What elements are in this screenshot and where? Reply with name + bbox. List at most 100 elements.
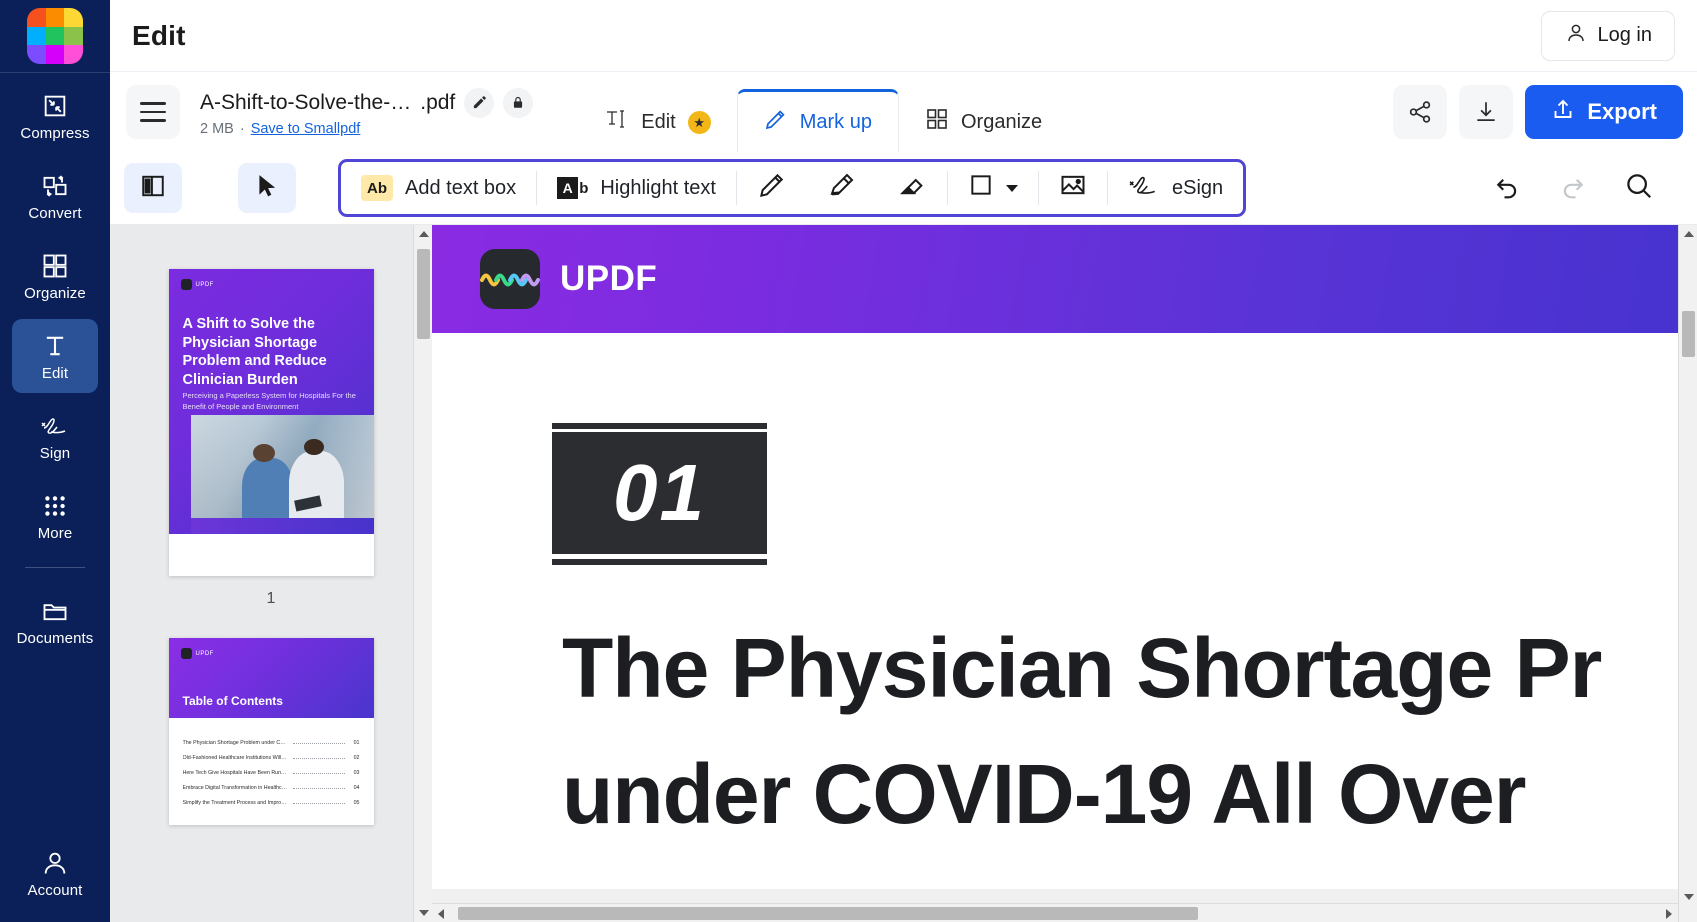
add-text-box-tool[interactable]: Ab Add text box <box>341 162 536 214</box>
sidebar-item-account[interactable]: Account <box>12 836 98 910</box>
sidebar-item-edit[interactable]: Edit <box>12 319 98 393</box>
sidebar-item-compress[interactable]: Compress <box>12 79 98 153</box>
pdf-page[interactable]: UPDF 01 The Physician Shortage Pr under … <box>432 225 1678 889</box>
toc-dots <box>293 758 345 759</box>
thumbnail-page-2[interactable]: UPDF Table of Contents The Physician Sho… <box>169 638 374 825</box>
viewer-vertical-scrollbar[interactable] <box>1678 225 1697 922</box>
viewer-scroll-right[interactable] <box>1660 904 1678 922</box>
document-name-row: A-Shift-to-Solve-the-… .pdf <box>200 88 533 118</box>
updf-mark-icon <box>181 279 192 290</box>
sidebar-item-sign[interactable]: Sign <box>12 399 98 473</box>
thumbnail-page-number: 1 <box>267 590 276 608</box>
shape-tool[interactable] <box>948 162 1038 214</box>
eraser-tool[interactable] <box>877 162 947 214</box>
redo-button[interactable] <box>1555 170 1591 206</box>
viewer-hscroll-thumb[interactable] <box>458 907 1198 920</box>
sidebar-item-convert[interactable]: Convert <box>12 159 98 233</box>
document-toolbar: A-Shift-to-Solve-the-… .pdf <box>110 72 1697 152</box>
tab-label: Organize <box>961 111 1042 134</box>
toc-row: Simplify the Treatment Process and Impro… <box>183 800 360 806</box>
markup-tools-group: Ab Add text box A b Highlight text <box>338 159 1246 217</box>
toolbar-right-actions <box>1489 170 1683 206</box>
toc-page: 01 <box>350 740 360 746</box>
sidebar-item-organize[interactable]: Organize <box>12 239 98 313</box>
pencil-tool[interactable] <box>737 162 807 214</box>
sidebar-item-documents[interactable]: Documents <box>12 584 98 658</box>
updf-logo-icon <box>480 249 540 309</box>
document-extension: .pdf <box>420 91 455 115</box>
highlight-text-tool[interactable]: A b Highlight text <box>537 162 736 214</box>
thumbnail-2-toc: The Physician Shortage Problem under COV… <box>169 718 374 825</box>
sidebar-divider-top <box>0 72 110 73</box>
export-button[interactable]: Export <box>1525 85 1683 139</box>
share-button[interactable] <box>1393 85 1447 139</box>
viewer-scroll-left[interactable] <box>432 904 450 922</box>
ab-highlight-b: b <box>579 180 588 197</box>
viewer-vscroll-thumb[interactable] <box>1682 311 1695 357</box>
toc-text: Here Tech Give Hospitals Have Been Runni… <box>183 770 288 776</box>
sidebar-item-label: More <box>38 526 73 541</box>
edit-text-icon <box>40 331 70 361</box>
toc-dots <box>293 743 345 744</box>
insert-image-tool[interactable] <box>1039 162 1107 214</box>
side-panel-toggle-button[interactable] <box>124 163 182 213</box>
download-button[interactable] <box>1459 85 1513 139</box>
pencil-tool-icon <box>757 170 787 206</box>
pdf-heading: The Physician Shortage Pr under COVID-19… <box>562 605 1678 857</box>
caret-up-icon <box>1684 231 1694 237</box>
sidebar-item-more[interactable]: More <box>12 479 98 553</box>
updf-mark-icon <box>181 648 192 659</box>
section-number-box: 01 <box>552 432 767 554</box>
tool-label: Add text box <box>405 177 516 200</box>
thumbnail-1-subtitle: Perceiving a Paperless System for Hospit… <box>183 391 358 413</box>
tab-label: Mark up <box>800 111 872 134</box>
tab-organize[interactable]: Organize <box>899 92 1068 152</box>
thumbnail-scroll-up[interactable] <box>414 225 432 243</box>
thumbnail-panel: UPDF A Shift to Solve the Physician Shor… <box>110 225 432 922</box>
section-number: 01 <box>613 447 706 539</box>
undo-icon <box>1492 171 1522 206</box>
thumbnail-brand-label: UPDF <box>196 651 214 657</box>
redo-icon <box>1558 171 1588 206</box>
search-button[interactable] <box>1621 170 1657 206</box>
document-sub-separator: · <box>240 121 245 137</box>
organize-icon <box>40 251 70 281</box>
undo-button[interactable] <box>1489 170 1525 206</box>
mode-tabs: Edit ★ Mark up <box>579 72 1068 152</box>
document-filesize: 2 MB <box>200 121 234 137</box>
viewer-scroll-down[interactable] <box>1679 888 1697 906</box>
thumbnail-scroll-thumb[interactable] <box>417 249 430 339</box>
app-logo[interactable] <box>0 0 110 72</box>
toc-dots <box>293 788 345 789</box>
save-to-smallpdf-link[interactable]: Save to Smallpdf <box>251 121 361 137</box>
rename-pencil-icon[interactable] <box>464 88 494 118</box>
thumbnail-scroll-down[interactable] <box>414 904 432 922</box>
lock-icon[interactable] <box>503 88 533 118</box>
chevron-down-icon[interactable] <box>1006 185 1018 192</box>
thumbnail-page-1[interactable]: UPDF A Shift to Solve the Physician Shor… <box>169 269 374 576</box>
esign-tool[interactable]: eSign <box>1108 162 1243 214</box>
viewer-horizontal-scrollbar[interactable] <box>432 903 1678 922</box>
pdf-heading-line-2: under COVID-19 All Over <box>562 731 1678 857</box>
pdf-brand-label: UPDF <box>560 259 657 299</box>
toc-page: 02 <box>350 755 360 761</box>
thumbnail-scrollbar[interactable] <box>413 225 432 922</box>
viewer-scroll-up[interactable] <box>1679 225 1697 243</box>
more-grid-icon <box>40 491 70 521</box>
thumbnail-list: UPDF A Shift to Solve the Physician Shor… <box>110 225 432 825</box>
ab-textbox-icon: Ab <box>361 175 393 201</box>
tab-edit[interactable]: Edit ★ <box>579 92 736 152</box>
compress-icon <box>40 91 70 121</box>
select-cursor-button[interactable] <box>238 163 296 213</box>
user-icon <box>1564 21 1588 51</box>
photo-person-a <box>242 458 293 527</box>
thumbnail-2-title: Table of Contents <box>183 694 283 708</box>
photo-person-b <box>289 451 344 527</box>
toc-text: Embrace Digital Transformation in Health… <box>183 785 288 791</box>
highlighter-tool[interactable] <box>807 162 877 214</box>
top-header: Edit Log in <box>110 0 1697 72</box>
menu-button[interactable] <box>126 85 180 139</box>
login-button[interactable]: Log in <box>1541 11 1676 61</box>
thumbnail-1-photo <box>191 415 374 527</box>
tab-markup[interactable]: Mark up <box>737 89 899 152</box>
